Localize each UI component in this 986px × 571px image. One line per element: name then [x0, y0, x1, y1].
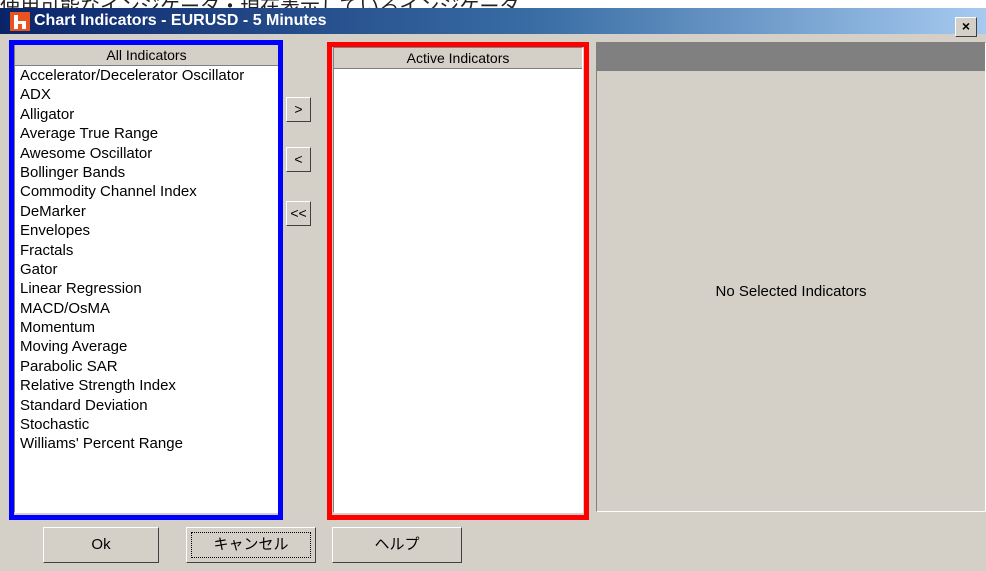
cancel-button[interactable]: キャンセル — [186, 527, 316, 563]
window-title: Chart Indicators - EURUSD - 5 Minutes — [34, 12, 327, 29]
indicator-list-item[interactable]: Average True Range — [20, 124, 278, 143]
indicator-list-item[interactable]: Momentum — [20, 318, 278, 337]
ok-button[interactable]: Ok — [43, 527, 159, 563]
caption-text: 使用可能なインジケータ・現在表示しているインジケータ — [0, 0, 519, 8]
indicator-list-item[interactable]: Moving Average — [20, 337, 278, 356]
add-indicator-button[interactable]: > — [286, 97, 311, 122]
indicator-list-item[interactable]: Williams' Percent Range — [20, 434, 278, 453]
all-indicators-items: Accelerator/Decelerator Oscillator ADX All… — [20, 66, 278, 454]
detail-header-bar — [597, 43, 985, 71]
indicator-list-item[interactable]: Commodity Channel Index — [20, 182, 278, 201]
close-icon: × — [961, 18, 971, 34]
active-indicators-list[interactable]: Active Indicators — [333, 47, 583, 513]
indicator-list-item[interactable]: Envelopes — [20, 221, 278, 240]
title-bar[interactable]: Chart Indicators - EURUSD - 5 Minutes × — [0, 8, 986, 37]
indicator-list-item[interactable]: ADX — [20, 85, 278, 104]
app-logo-icon — [10, 12, 30, 31]
indicator-list-item[interactable]: Awesome Oscillator — [20, 144, 278, 163]
active-indicators-header: Active Indicators — [334, 48, 582, 69]
indicator-list-item[interactable]: Stochastic — [20, 415, 278, 434]
indicator-list-item[interactable]: Bollinger Bands — [20, 163, 278, 182]
remove-all-indicators-button[interactable]: << — [286, 201, 311, 226]
indicator-list-item[interactable]: Alligator — [20, 105, 278, 124]
indicator-list-item[interactable]: Fractals — [20, 241, 278, 260]
indicator-detail-panel: No Selected Indicators — [596, 42, 986, 512]
caption-strip: 使用可能なインジケータ・現在表示しているインジケータ — [0, 0, 986, 8]
all-indicators-list[interactable]: All Indicators Accelerator/Decelerator O… — [14, 44, 279, 513]
indicator-list-item[interactable]: Gator — [20, 260, 278, 279]
remove-indicator-button[interactable]: < — [286, 147, 311, 172]
indicator-list-item[interactable]: Linear Regression — [20, 279, 278, 298]
indicator-list-item[interactable]: DeMarker — [20, 202, 278, 221]
help-button[interactable]: ヘルプ — [332, 527, 462, 563]
indicator-list-item[interactable]: Accelerator/Decelerator Oscillator — [20, 66, 278, 85]
focus-ring — [191, 532, 311, 558]
indicator-list-item[interactable]: Relative Strength Index — [20, 376, 278, 395]
indicator-list-item[interactable]: Standard Deviation — [20, 396, 278, 415]
indicator-list-item[interactable]: MACD/OsMA — [20, 299, 278, 318]
all-indicators-header: All Indicators — [15, 45, 278, 66]
no-selection-text: No Selected Indicators — [715, 283, 867, 300]
close-button[interactable]: × — [955, 17, 977, 37]
indicator-list-item[interactable]: Parabolic SAR — [20, 357, 278, 376]
